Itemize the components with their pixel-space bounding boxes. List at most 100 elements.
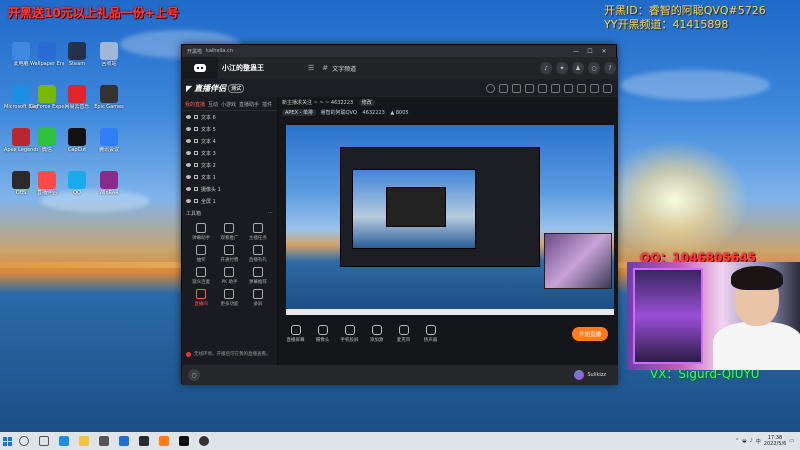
eye-icon[interactable] — [186, 187, 191, 191]
room-category[interactable]: APEX - 单排 — [282, 109, 317, 116]
tool-button[interactable]: 抽奖 — [188, 245, 214, 263]
eye-icon[interactable] — [186, 199, 191, 203]
maximize-icon[interactable]: ☐ — [583, 48, 597, 55]
lock-icon[interactable] — [194, 151, 198, 155]
taskbar-explorer-icon[interactable] — [76, 433, 92, 449]
ime-icon[interactable]: 中 — [756, 438, 761, 445]
server-icon[interactable] — [182, 57, 218, 79]
share-icon[interactable] — [551, 83, 560, 93]
taskbar-store-icon[interactable] — [96, 433, 112, 449]
desktop-icon[interactable]: 网易云音乐 — [60, 85, 94, 110]
minimize-icon[interactable]: — — [569, 48, 583, 55]
taskbar-streamer-icon[interactable] — [176, 433, 192, 449]
desktop-icon[interactable]: WinRAR — [92, 171, 126, 196]
more-icon[interactable]: ⋯ — [268, 210, 273, 217]
start-button[interactable] — [0, 432, 14, 450]
skin-icon[interactable] — [538, 83, 547, 93]
taskbar-taskview-icon[interactable] — [36, 433, 52, 449]
search-icon[interactable]: ○ — [188, 369, 200, 381]
desktop-icon[interactable]: 微信 — [30, 128, 64, 153]
app-titlebar[interactable]: 开黑啦 kaiheila.cn — ☐ ✕ — [182, 45, 616, 57]
bell-icon[interactable]: ♪ — [540, 62, 552, 74]
scene-tab[interactable]: 互动 — [208, 101, 218, 108]
source-control-button[interactable]: 手机投屏 — [336, 325, 363, 343]
volume-icon[interactable]: ♪ — [750, 438, 753, 444]
message-icon[interactable] — [525, 83, 534, 93]
taskbar-app-icon[interactable] — [156, 433, 172, 449]
taskbar-edge-icon[interactable] — [56, 433, 72, 449]
help-icon[interactable]: ? — [604, 62, 616, 74]
maximize-icon[interactable] — [590, 83, 599, 93]
server-name[interactable]: 小江的整蛊王 — [218, 63, 308, 73]
lock-icon[interactable] — [194, 187, 198, 191]
room-edit-badge[interactable]: 修改 — [358, 99, 375, 106]
tool-button[interactable]: 直播间 — [188, 289, 214, 307]
lock-icon[interactable] — [194, 175, 198, 179]
desktop-icon[interactable]: 回收站 — [92, 42, 126, 67]
menu-icon[interactable] — [564, 83, 573, 93]
tool-button[interactable]: 主播任务 — [245, 223, 271, 241]
source-control-button[interactable]: 摄像头 — [309, 325, 336, 343]
app-window[interactable]: 开黑啦 kaiheila.cn — ☐ ✕ 小江的整蛊王 ☰ # 文字频道 ♪ … — [181, 44, 618, 385]
tool-button[interactable]: 录屏 — [245, 289, 271, 307]
layer-item[interactable]: 文本 1 — [182, 171, 277, 183]
taskbar-search-icon[interactable] — [16, 433, 32, 449]
source-control-button[interactable]: 麦克风 — [390, 325, 417, 343]
taskbar-kaiheila-icon[interactable] — [136, 433, 152, 449]
desktop-icon[interactable]: 直播伴侣 — [30, 171, 64, 196]
layer-item[interactable]: 文本 6 — [182, 111, 277, 123]
members-icon[interactable]: ♟ — [572, 62, 584, 74]
desktop-icon[interactable]: Steam — [60, 42, 94, 67]
lock-icon[interactable] — [194, 199, 198, 203]
layer-item[interactable]: 全屏 1 — [182, 195, 277, 207]
layer-item[interactable]: 文本 2 — [182, 159, 277, 171]
tool-button[interactable]: 更多功能 — [216, 289, 242, 307]
desktop-icon[interactable]: 腾讯会议 — [92, 128, 126, 153]
tool-button[interactable]: 观众连麦 — [188, 267, 214, 285]
layer-item[interactable]: 摄像头 1 — [182, 183, 277, 195]
chat-user[interactable]: Sulikizz — [574, 370, 606, 380]
minimize-icon[interactable] — [577, 83, 586, 93]
tray-up-icon[interactable]: ⌃ — [735, 438, 739, 444]
search-icon[interactable]: ○ — [588, 62, 600, 74]
scene-tab[interactable]: 小游戏 — [221, 101, 236, 108]
stream-preview[interactable] — [286, 125, 614, 315]
close-icon[interactable]: ✕ — [597, 48, 611, 55]
source-control-button[interactable]: 直播屏幕 — [282, 325, 309, 343]
source-control-button[interactable]: 添加源 — [363, 325, 390, 343]
taskbar-obs-icon[interactable] — [196, 433, 212, 449]
screen-icon[interactable] — [499, 83, 508, 93]
eye-icon[interactable] — [186, 115, 191, 119]
layer-item[interactable]: 文本 5 — [182, 123, 277, 135]
eye-icon[interactable] — [186, 175, 191, 179]
tool-button[interactable]: 弹幕推荐 — [245, 267, 271, 285]
source-control-button[interactable]: 扬声器 — [417, 325, 444, 343]
desktop-icon[interactable]: Wallpaper Engine — [30, 42, 64, 67]
scene-tab[interactable]: 我的直播 — [185, 101, 205, 108]
layer-item[interactable]: 文本 4 — [182, 135, 277, 147]
lock-icon[interactable] — [194, 139, 198, 143]
scene-tab[interactable]: 插件 — [262, 101, 272, 108]
eye-icon[interactable] — [186, 163, 191, 167]
close-icon[interactable] — [603, 83, 612, 93]
menu-icon[interactable]: ☰ — [308, 64, 314, 72]
pin-icon[interactable]: ✦ — [556, 62, 568, 74]
lock-icon[interactable] — [194, 127, 198, 131]
notification-icon[interactable]: ▭ — [789, 438, 794, 444]
layer-item[interactable]: 文本 3 — [182, 147, 277, 159]
room-title[interactable]: 新主播求关注 ~ ~ ~ 4632223 — [282, 100, 353, 106]
desktop-icon[interactable]: GeForce Experience — [30, 85, 64, 110]
desktop-icon[interactable]: QQ — [60, 171, 94, 196]
tool-button[interactable]: 弹幕助手 — [188, 223, 214, 241]
desktop-icon[interactable]: Epic Games — [92, 85, 126, 110]
scene-tab[interactable]: 直播助手 — [239, 101, 259, 108]
taskbar-mail-icon[interactable] — [116, 433, 132, 449]
clock[interactable]: 17:38 2022/5/6 — [764, 435, 786, 447]
tool-button[interactable]: PK 助手 — [216, 267, 242, 285]
eye-icon[interactable] — [186, 127, 191, 131]
eye-icon[interactable] — [186, 151, 191, 155]
avatar-icon[interactable] — [486, 83, 495, 93]
settings-icon[interactable] — [512, 83, 521, 93]
eye-icon[interactable] — [186, 139, 191, 143]
network-icon[interactable]: ◒ — [742, 438, 746, 444]
